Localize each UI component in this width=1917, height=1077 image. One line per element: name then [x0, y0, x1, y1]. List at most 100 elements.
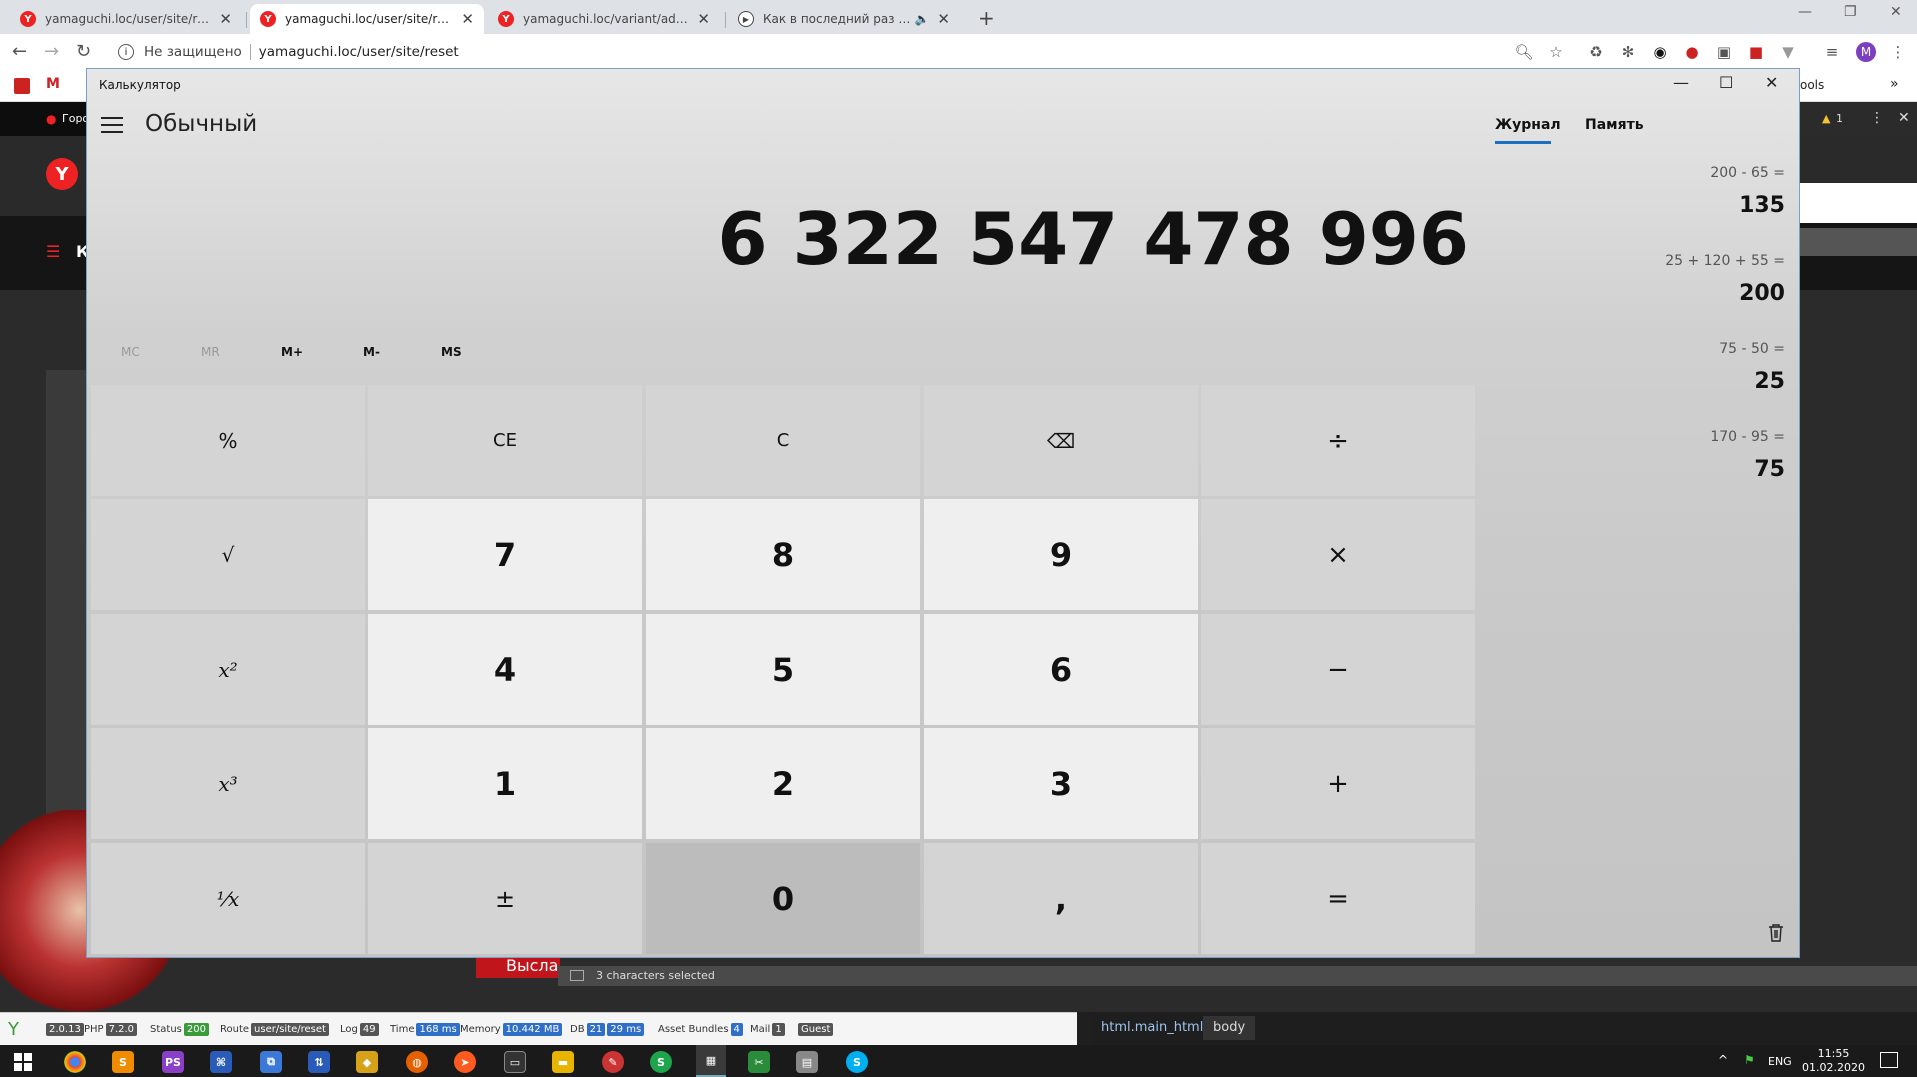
close-icon[interactable]: ✕ [1765, 73, 1778, 92]
network-icon[interactable]: ⧉ [260, 1051, 282, 1073]
windows-start-icon[interactable] [14, 1053, 32, 1071]
browser-tab[interactable]: ▶ Как в последний раз — Пор 🔈 ✕ [728, 4, 960, 34]
screenshot-icon[interactable]: ▣ [1714, 42, 1734, 62]
browser-tab[interactable]: Y yamaguchi.loc/variant/admin/inc ✕ [488, 4, 720, 34]
square-button[interactable]: x² [91, 614, 365, 725]
add-button[interactable]: + [1201, 728, 1475, 839]
flag-icon[interactable]: ⚑ [1744, 1053, 1755, 1067]
digit-5-button[interactable]: 5 [646, 614, 920, 725]
status-badge[interactable]: 200 [183, 1023, 209, 1036]
tab-memory[interactable]: Память [1585, 117, 1644, 133]
yii-version-badge[interactable]: 2.0.13 [46, 1023, 84, 1036]
new-tab-icon[interactable]: + [978, 6, 995, 30]
history-result[interactable]: 75 [1754, 457, 1785, 482]
db-time-badge[interactable]: 29 ms [607, 1023, 645, 1036]
menu-icon[interactable]: ☰ [46, 242, 60, 261]
postman-icon[interactable]: ➤ [454, 1051, 476, 1073]
history-expression[interactable]: 75 - 50 = [1719, 341, 1785, 357]
php-version-badge[interactable]: 7.2.0 [105, 1023, 138, 1036]
history-expression[interactable]: 170 - 95 = [1710, 429, 1785, 445]
db-count-badge[interactable]: 21 [586, 1023, 606, 1036]
paint-icon[interactable]: ✎ [602, 1051, 624, 1073]
time-badge[interactable]: 168 ms [416, 1023, 460, 1036]
tab-history[interactable]: Журнал [1495, 117, 1561, 133]
history-result[interactable]: 200 [1739, 281, 1785, 306]
cube-button[interactable]: x³ [91, 728, 365, 839]
digit-0-button[interactable]: 0 [646, 843, 920, 954]
asset-bundles-badge[interactable]: 4 [730, 1023, 743, 1036]
chevron-up-icon[interactable]: ^ [1718, 1053, 1728, 1067]
playlist-icon[interactable]: ≡ [1822, 42, 1842, 62]
gmail-icon[interactable]: M [46, 76, 60, 92]
info-icon[interactable]: i [118, 44, 134, 60]
clear-entry-button[interactable]: CE [368, 385, 642, 496]
log-badge[interactable]: 49 [359, 1023, 379, 1036]
history-result[interactable]: 25 [1754, 369, 1785, 394]
chrome-icon[interactable] [64, 1051, 86, 1073]
browser-tab[interactable]: Y yamaguchi.loc/user/site/registrat ✕ [10, 4, 242, 34]
s-app-icon[interactable]: S [650, 1051, 672, 1073]
notification-icon[interactable] [1880, 1052, 1898, 1068]
extension-red-icon[interactable]: ■ [1746, 42, 1766, 62]
language-indicator[interactable]: ENG [1768, 1055, 1792, 1068]
url-text[interactable]: yamaguchi.loc/user/site/reset [259, 44, 459, 60]
memory-subtract-button[interactable]: M- [363, 345, 380, 359]
filezilla-icon[interactable]: ⇅ [308, 1051, 330, 1073]
kebab-menu-icon[interactable]: ⋮ [1888, 42, 1908, 62]
explorer-icon[interactable]: ▬ [552, 1051, 574, 1073]
history-expression[interactable]: 200 - 65 = [1710, 165, 1785, 181]
mail-badge[interactable]: 1 [772, 1023, 785, 1036]
memory-add-button[interactable]: M+ [281, 345, 303, 359]
zoom-icon[interactable]: 🔍︎ [1514, 42, 1534, 62]
clear-button[interactable]: C [646, 385, 920, 496]
equals-button[interactable]: = [1201, 843, 1475, 954]
extension-icon[interactable]: ✻ [1618, 42, 1638, 62]
percent-button[interactable]: % [91, 385, 365, 496]
backspace-icon[interactable]: ⌫ [924, 385, 1198, 496]
phpstorm-icon[interactable]: PS [162, 1051, 184, 1073]
user-badge[interactable]: Guest [798, 1023, 834, 1036]
pin-icon[interactable]: ● [1682, 42, 1702, 62]
reciprocal-button[interactable]: ¹⁄x [91, 843, 365, 954]
divide-button[interactable]: ÷ [1201, 385, 1475, 496]
decimal-button[interactable]: , [924, 843, 1198, 954]
calculator-taskbar-icon[interactable]: ▦ [696, 1045, 726, 1077]
speaker-icon[interactable]: 🔈 [914, 12, 929, 26]
devtools-close-icon[interactable]: ✕ [1898, 110, 1910, 126]
app-window-icon[interactable]: ▤ [796, 1051, 818, 1073]
history-result[interactable]: 135 [1739, 193, 1785, 218]
bookmark-label[interactable]: ools [1800, 78, 1824, 92]
multiply-button[interactable]: × [1201, 499, 1475, 610]
subtract-button[interactable]: − [1201, 614, 1475, 725]
back-icon[interactable]: ← [12, 41, 27, 62]
terminal-icon[interactable]: ▭ [504, 1051, 526, 1073]
memory-badge[interactable]: 10.442 MB [502, 1023, 563, 1036]
digit-9-button[interactable]: 9 [924, 499, 1198, 610]
bookmark-red-icon[interactable] [14, 78, 30, 94]
digit-8-button[interactable]: 8 [646, 499, 920, 610]
forward-icon[interactable]: → [44, 41, 59, 62]
trash-icon[interactable] [1767, 923, 1785, 943]
close-icon[interactable]: ✕ [937, 10, 950, 28]
eye-icon[interactable]: ◉ [1650, 42, 1670, 62]
digit-2-button[interactable]: 2 [646, 728, 920, 839]
history-expression[interactable]: 25 + 120 + 55 = [1665, 253, 1785, 269]
memory-store-button[interactable]: MS [441, 345, 462, 359]
sublime-icon[interactable]: S [112, 1051, 134, 1073]
address-bar[interactable]: i Не защищено yamaguchi.loc/user/site/re… [104, 37, 1574, 67]
close-icon[interactable]: ✕ [219, 10, 232, 28]
app-icon[interactable]: ⌘ [210, 1051, 232, 1073]
git-icon[interactable]: ◆ [356, 1051, 378, 1073]
digit-7-button[interactable]: 7 [368, 499, 642, 610]
close-icon[interactable]: ✕ [461, 10, 474, 28]
hamburger-menu-icon[interactable] [101, 117, 123, 133]
maximize-icon[interactable]: ☐ [1719, 73, 1733, 92]
close-icon[interactable]: ✕ [697, 10, 710, 28]
square-root-button[interactable]: √ [91, 499, 365, 610]
digit-6-button[interactable]: 6 [924, 614, 1198, 725]
negate-button[interactable]: ± [368, 843, 642, 954]
warning-icon[interactable]: ▲ [1822, 112, 1830, 125]
route-badge[interactable]: user/site/reset [251, 1023, 329, 1036]
close-window-icon[interactable]: ✕ [1890, 4, 1902, 20]
memory-clear-button[interactable]: MC [121, 345, 140, 359]
